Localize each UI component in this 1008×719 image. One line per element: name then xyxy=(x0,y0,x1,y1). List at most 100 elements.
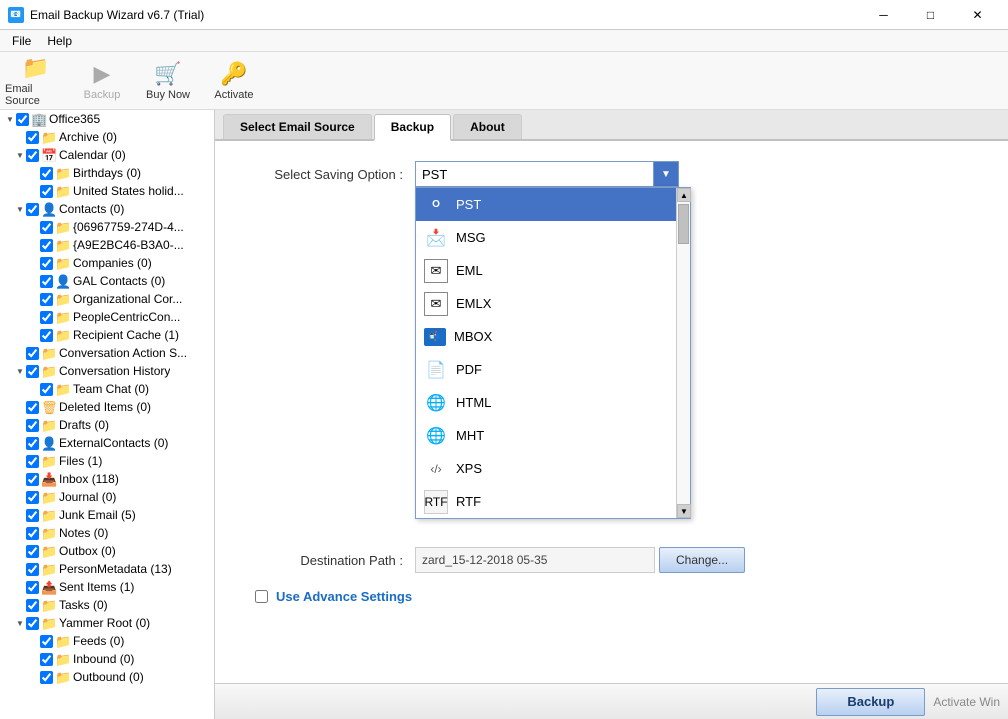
tree-item[interactable]: ▼📁Yammer Root (0) xyxy=(0,614,214,632)
format-option-xps[interactable]: ‹/› XPS xyxy=(416,452,690,485)
tree-checkbox[interactable] xyxy=(26,455,39,468)
tree-expander[interactable] xyxy=(28,293,40,305)
tree-checkbox[interactable] xyxy=(40,329,53,342)
tree-expander[interactable] xyxy=(28,383,40,395)
tree-item[interactable]: 📁{A9E2BC46-B3A0-... xyxy=(0,236,214,254)
advance-settings-label[interactable]: Use Advance Settings xyxy=(276,589,412,604)
tree-item[interactable]: 🗑Deleted Items (0) xyxy=(0,398,214,416)
tree-checkbox[interactable] xyxy=(16,113,29,126)
scroll-up-btn[interactable]: ▲ xyxy=(677,188,691,202)
tree-checkbox[interactable] xyxy=(26,491,39,504)
tree-item[interactable]: 📁Inbound (0) xyxy=(0,650,214,668)
toolbar-buy-now[interactable]: 🛒 Buy Now xyxy=(136,55,200,107)
tree-expander[interactable] xyxy=(14,455,26,467)
tree-item[interactable]: 📁Journal (0) xyxy=(0,488,214,506)
maximize-button[interactable]: □ xyxy=(908,0,953,30)
tab-backup[interactable]: Backup xyxy=(374,114,451,141)
tree-expander[interactable] xyxy=(28,275,40,287)
tree-item[interactable]: 📁Recipient Cache (1) xyxy=(0,326,214,344)
tab-select-email-source[interactable]: Select Email Source xyxy=(223,114,372,139)
tree-item[interactable]: 📁Notes (0) xyxy=(0,524,214,542)
menu-file[interactable]: File xyxy=(4,32,39,50)
scroll-down-btn[interactable]: ▼ xyxy=(677,504,691,518)
minimize-button[interactable]: ─ xyxy=(861,0,906,30)
tree-expander[interactable] xyxy=(14,599,26,611)
tree-expander[interactable] xyxy=(14,401,26,413)
tree-checkbox[interactable] xyxy=(26,545,39,558)
toolbar-backup[interactable]: ▶ Backup xyxy=(70,55,134,107)
tree-item[interactable]: 📁Outbox (0) xyxy=(0,542,214,560)
tree-item[interactable]: 📁{06967759-274D-4... xyxy=(0,218,214,236)
tree-item[interactable]: 📁Drafts (0) xyxy=(0,416,214,434)
tree-expander[interactable] xyxy=(28,671,40,683)
tree-checkbox[interactable] xyxy=(40,221,53,234)
backup-button[interactable]: Backup xyxy=(816,688,925,716)
tree-expander[interactable]: ▼ xyxy=(14,203,26,215)
format-option-pst[interactable]: O PST xyxy=(416,188,690,221)
tree-expander[interactable]: ▼ xyxy=(14,365,26,377)
tree-checkbox[interactable] xyxy=(40,383,53,396)
tree-checkbox[interactable] xyxy=(26,419,39,432)
tree-item[interactable]: 📁Birthdays (0) xyxy=(0,164,214,182)
tree-expander[interactable] xyxy=(28,635,40,647)
tree-item[interactable]: ▼👤Contacts (0) xyxy=(0,200,214,218)
tree-item[interactable]: 📁Companies (0) xyxy=(0,254,214,272)
change-button[interactable]: Change... xyxy=(659,547,745,573)
tree-checkbox[interactable] xyxy=(26,131,39,144)
tree-checkbox[interactable] xyxy=(26,365,39,378)
tree-expander[interactable] xyxy=(14,419,26,431)
tree-expander[interactable] xyxy=(28,311,40,323)
tree-checkbox[interactable] xyxy=(40,671,53,684)
format-dropdown-arrow[interactable]: ▼ xyxy=(653,161,679,187)
toolbar-email-source[interactable]: 📁 Email Source xyxy=(4,55,68,107)
tree-item[interactable]: 📁Feeds (0) xyxy=(0,632,214,650)
tree-item[interactable]: 📁Outbound (0) xyxy=(0,668,214,686)
tree-checkbox[interactable] xyxy=(26,401,39,414)
tree-checkbox[interactable] xyxy=(40,257,53,270)
tree-item[interactable]: 👤ExternalContacts (0) xyxy=(0,434,214,452)
format-option-mbox[interactable]: 📬 MBOX xyxy=(416,320,690,353)
tree-checkbox[interactable] xyxy=(40,239,53,252)
tree-checkbox[interactable] xyxy=(26,599,39,612)
tree-expander[interactable] xyxy=(28,167,40,179)
tree-checkbox[interactable] xyxy=(40,653,53,666)
tree-item[interactable]: 📁Tasks (0) xyxy=(0,596,214,614)
advance-settings-checkbox[interactable] xyxy=(255,590,268,603)
tree-checkbox[interactable] xyxy=(26,473,39,486)
tree-expander[interactable] xyxy=(14,509,26,521)
close-button[interactable]: ✕ xyxy=(955,0,1000,30)
format-option-msg[interactable]: 📩 MSG xyxy=(416,221,690,254)
tree-expander[interactable] xyxy=(14,581,26,593)
tree-expander[interactable] xyxy=(28,257,40,269)
menu-help[interactable]: Help xyxy=(39,32,80,50)
tree-checkbox[interactable] xyxy=(40,167,53,180)
tree-expander[interactable] xyxy=(28,221,40,233)
tree-checkbox[interactable] xyxy=(40,293,53,306)
tree-item[interactable]: 📤Sent Items (1) xyxy=(0,578,214,596)
format-selected-display[interactable]: PST xyxy=(415,161,679,187)
format-option-rtf[interactable]: RTF RTF xyxy=(416,485,690,518)
tree-item[interactable]: 📁Junk Email (5) xyxy=(0,506,214,524)
format-option-mht[interactable]: 🌐 MHT xyxy=(416,419,690,452)
tree-expander[interactable] xyxy=(14,473,26,485)
tree-expander[interactable]: ▼ xyxy=(14,617,26,629)
tree-item[interactable]: 👤GAL Contacts (0) xyxy=(0,272,214,290)
tree-expander[interactable] xyxy=(14,347,26,359)
tree-checkbox[interactable] xyxy=(26,149,39,162)
tree-expander[interactable] xyxy=(14,563,26,575)
format-option-html[interactable]: 🌐 HTML xyxy=(416,386,690,419)
tree-item[interactable]: 📁Organizational Cor... xyxy=(0,290,214,308)
tree-expander[interactable] xyxy=(28,185,40,197)
tree-checkbox[interactable] xyxy=(26,581,39,594)
tree-item[interactable]: ▼📁Conversation History xyxy=(0,362,214,380)
format-option-eml[interactable]: ✉ EML xyxy=(416,254,690,287)
tree-checkbox[interactable] xyxy=(40,185,53,198)
tree-checkbox[interactable] xyxy=(26,437,39,450)
tree-checkbox[interactable] xyxy=(26,563,39,576)
tab-about[interactable]: About xyxy=(453,114,522,139)
tree-expander[interactable]: ▼ xyxy=(4,113,16,125)
tree-item[interactable]: ▼📅Calendar (0) xyxy=(0,146,214,164)
tree-checkbox[interactable] xyxy=(40,311,53,324)
tree-expander[interactable] xyxy=(28,653,40,665)
format-option-pdf[interactable]: 📄 PDF xyxy=(416,353,690,386)
